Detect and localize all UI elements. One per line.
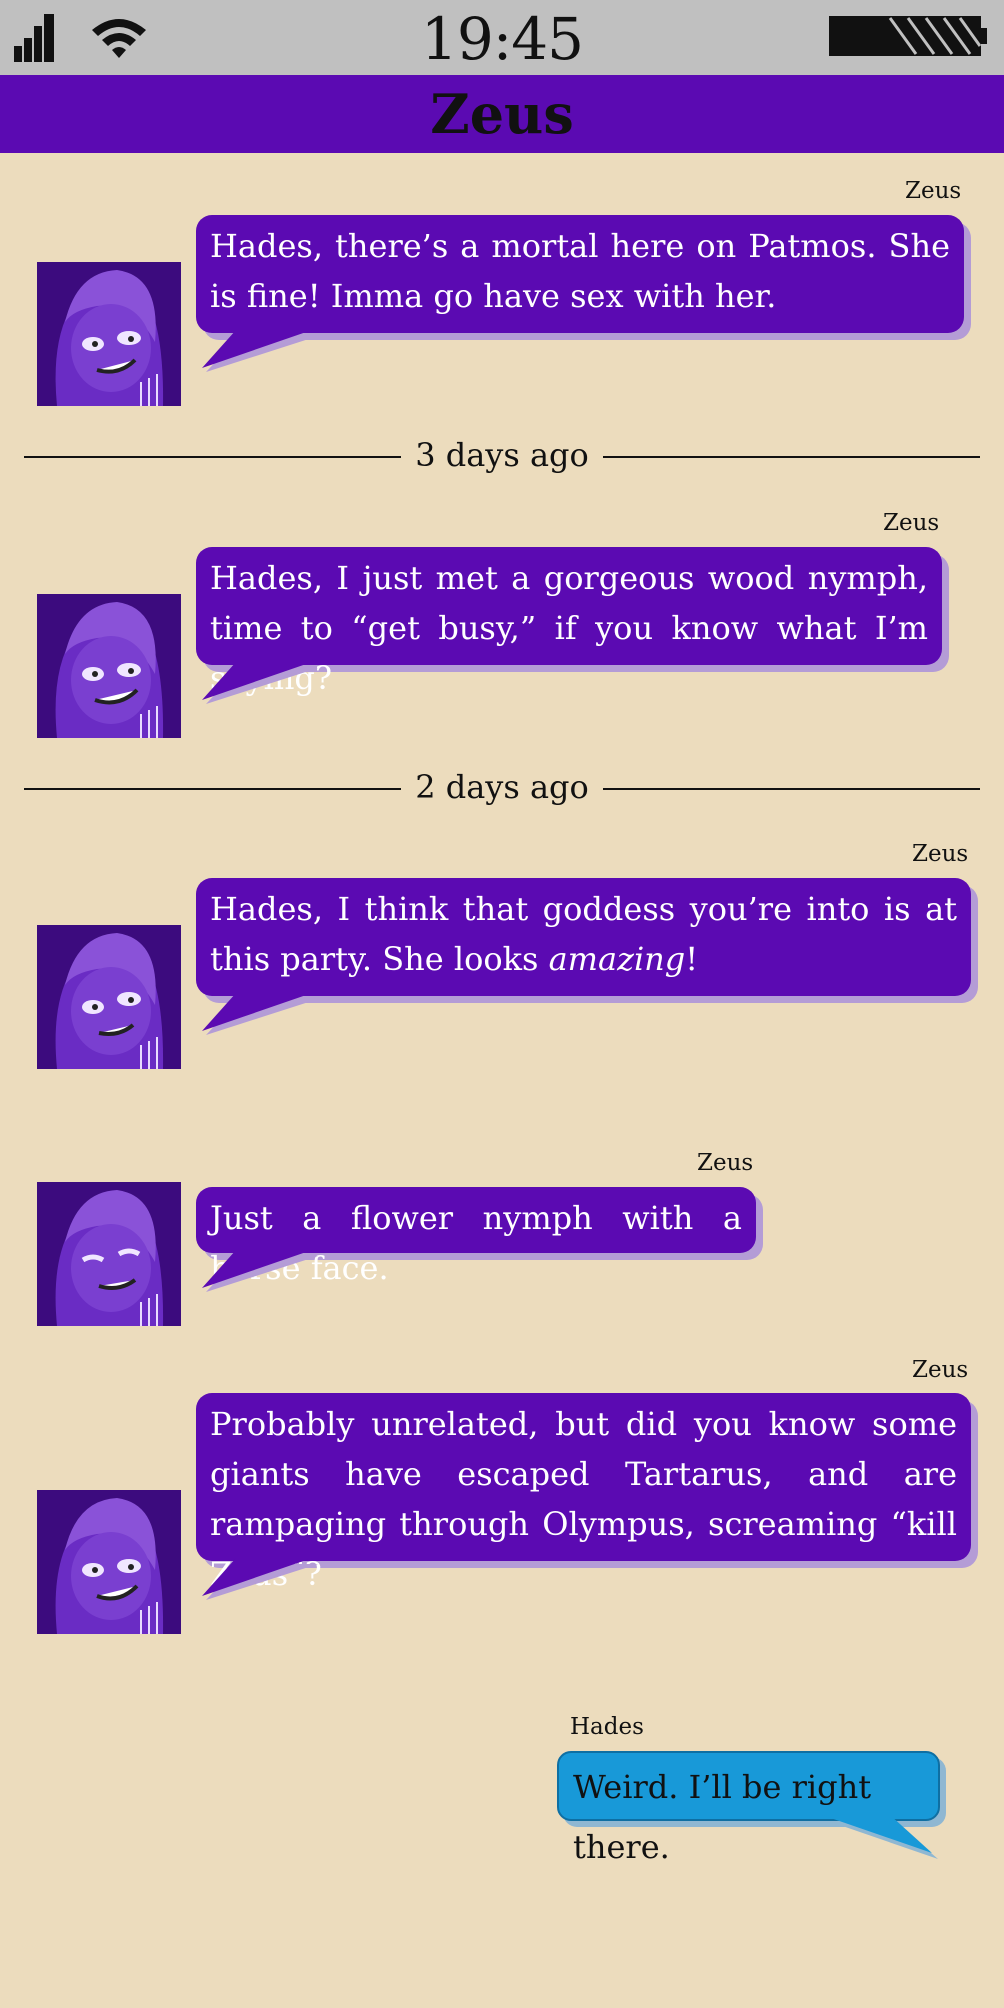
avatar-image — [37, 925, 181, 1069]
battery-icon — [829, 16, 987, 56]
message-text: Probably unrelated, but did you know som… — [210, 1405, 957, 1593]
status-bar: 19:45 — [0, 0, 1004, 75]
date-divider: 3 days ago — [24, 435, 980, 475]
sender-label: Zeus — [905, 178, 962, 204]
date-divider: 2 days ago — [24, 767, 980, 807]
message-text: Hades, there’s a mortal here on Patmos. … — [210, 227, 950, 315]
zeus-avatar[interactable] — [37, 925, 181, 1069]
message-bubble-outgoing[interactable]: Weird. I’ll be right there. — [557, 1751, 940, 1866]
sender-label: Zeus — [912, 841, 969, 867]
date-divider-label: 2 days ago — [401, 768, 603, 806]
zeus-avatar[interactable] — [37, 594, 181, 738]
zeus-avatar[interactable] — [37, 1490, 181, 1634]
bubble-tail — [202, 330, 318, 372]
avatar-image — [37, 1182, 181, 1326]
message-bubble[interactable]: Probably unrelated, but did you know som… — [196, 1393, 971, 1593]
zeus-avatar[interactable] — [37, 262, 181, 406]
bubble-tail — [202, 1558, 318, 1600]
bubble-tail — [822, 1815, 938, 1859]
message-bubble[interactable]: Just a flower nymph with a horse face. — [196, 1187, 756, 1287]
chat-title: Zeus — [430, 82, 574, 146]
sender-label: Zeus — [883, 510, 940, 536]
bubble-tail — [202, 662, 318, 704]
bubble-tail — [202, 1250, 318, 1292]
sender-label: Zeus — [912, 1357, 969, 1383]
chat-header: Zeus — [0, 75, 1004, 153]
message-text: Hades, I think that goddess you’re into … — [210, 890, 957, 978]
message-bubble[interactable]: Hades, I think that goddess you’re into … — [196, 878, 971, 996]
bubble-tail — [202, 993, 318, 1035]
message-bubble[interactable]: Hades, there’s a mortal here on Patmos. … — [196, 215, 964, 333]
sender-label: Hades — [570, 1714, 644, 1740]
avatar-image — [37, 594, 181, 738]
zeus-avatar[interactable] — [37, 1182, 181, 1326]
avatar-image — [37, 262, 181, 406]
date-divider-label: 3 days ago — [401, 436, 603, 474]
message-bubble[interactable]: Hades, I just met a gorgeous wood nymph,… — [196, 547, 942, 697]
sender-label: Zeus — [697, 1150, 754, 1176]
avatar-image — [37, 1490, 181, 1634]
